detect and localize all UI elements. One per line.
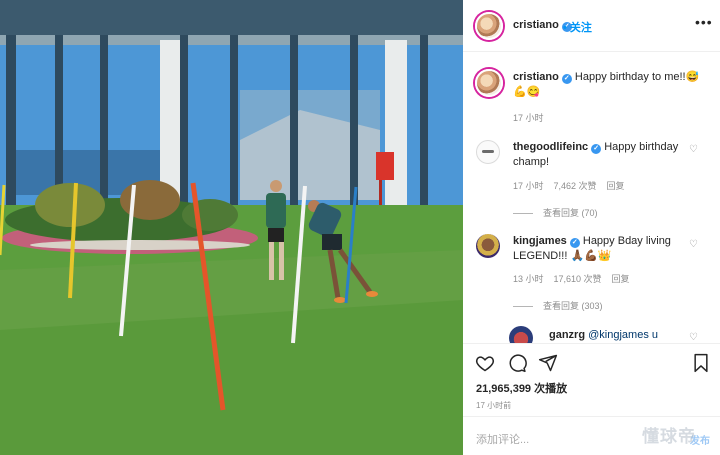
view-replies-button[interactable]: 查看回复 (70) xyxy=(513,206,598,219)
comment-icon[interactable] xyxy=(507,353,527,373)
avatar[interactable] xyxy=(476,140,500,164)
verified-badge-icon: ✓ xyxy=(591,144,602,154)
training-scene-image xyxy=(0,0,463,455)
heart-icon[interactable] xyxy=(475,353,495,373)
comment-input[interactable]: 添加评论... xyxy=(476,431,529,447)
comment-item: kingjames ✓ Happy Bday living LEGEND!!! 🙏… xyxy=(513,234,685,264)
verified-badge-icon: ✓ xyxy=(569,238,580,248)
post-panel: cristiano ✓ • 关注 ••• cristiano ✓ Happy bir… xyxy=(463,0,720,455)
post-time: 17 小时前 xyxy=(476,401,512,410)
action-bar: 21,965,399 次播放 17 小时前 xyxy=(463,343,720,415)
comment-username[interactable]: kingjames xyxy=(513,235,567,247)
comment-username[interactable]: thegoodlifeinc xyxy=(513,141,588,153)
comment-like-heart-icon[interactable]: ♡ xyxy=(689,144,698,155)
view-count[interactable]: 21,965,399 次播放 xyxy=(476,380,567,396)
caption-username[interactable]: cristiano xyxy=(513,71,559,83)
avatar[interactable] xyxy=(476,234,500,258)
caption-time: 17 小时 xyxy=(513,113,544,123)
comments-list[interactable]: cristiano ✓ Happy birthday to me!!😅💪😋 17 … xyxy=(463,53,720,343)
watermark: 懂球帝 xyxy=(642,427,696,446)
verified-badge-icon: ✓ xyxy=(561,74,572,84)
reply-button[interactable]: 回复 xyxy=(607,181,625,191)
view-replies-button[interactable]: 查看回复 (303) xyxy=(513,299,603,312)
comment-item: thegoodlifeinc ✓ Happy birthday champ! xyxy=(513,140,685,170)
post-header: cristiano ✓ • 关注 ••• xyxy=(463,0,720,52)
comment-like-heart-icon[interactable]: ♡ xyxy=(689,332,698,343)
comment-username[interactable]: ganzrg xyxy=(549,329,585,341)
caption: cristiano ✓ Happy birthday to me!!😅💪😋 xyxy=(513,70,703,100)
post-video[interactable] xyxy=(0,0,463,455)
avatar[interactable] xyxy=(475,12,503,40)
comment-like-heart-icon[interactable]: ♡ xyxy=(689,239,698,250)
more-options-icon[interactable]: ••• xyxy=(695,14,713,30)
avatar[interactable] xyxy=(509,326,533,343)
comment-meta: 13 小时 17,610 次赞 回复 xyxy=(513,274,630,284)
bookmark-icon[interactable] xyxy=(692,353,710,373)
reply-button[interactable]: 回复 xyxy=(612,274,630,284)
share-icon[interactable] xyxy=(538,353,558,373)
follow-button[interactable]: • 关注 xyxy=(563,19,592,35)
comment-text: @kingjames u xyxy=(588,329,658,341)
comment-item: ganzrg @kingjames u xyxy=(549,328,689,343)
avatar[interactable] xyxy=(475,69,503,97)
comment-meta: 17 小时 7,462 次赞 回复 xyxy=(513,181,625,191)
